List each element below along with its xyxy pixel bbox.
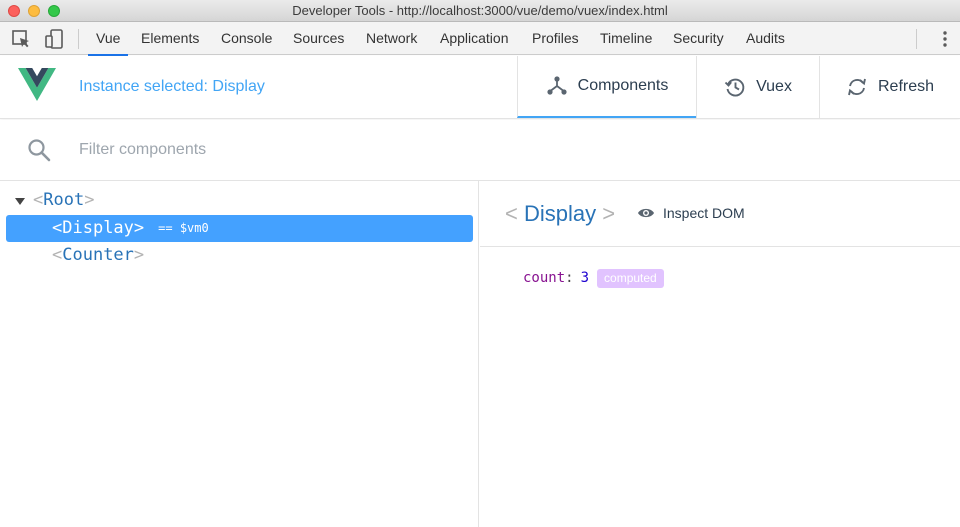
components-button-label: Components [577, 77, 669, 94]
tag-open-bracket: < [33, 190, 44, 210]
state-key: count [523, 270, 566, 286]
filter-components-input[interactable] [79, 138, 579, 162]
tree-node-root[interactable]: <Root> [6, 187, 473, 214]
vm-reference: == $vm0 [158, 221, 209, 235]
tree-node-name: Display [62, 218, 134, 238]
element-picker-icon[interactable] [10, 28, 32, 50]
expand-arrow-icon[interactable] [15, 198, 25, 205]
tab-security[interactable]: Security [673, 22, 724, 55]
kebab-menu-icon[interactable] [942, 30, 948, 48]
inspect-dom-label: Inspect DOM [663, 205, 745, 221]
refresh-icon [848, 78, 866, 96]
tree-node-display[interactable]: <Display> == $vm0 [6, 215, 473, 242]
inspector-header: < Display > Inspect DOM [480, 181, 960, 247]
devtools-tab-bar: Vue Elements Console Sources Network App… [0, 22, 960, 56]
vuex-button-label: Vuex [756, 78, 792, 95]
tree-node-name: Counter [62, 245, 134, 265]
eye-icon [638, 208, 654, 218]
selected-instance-label: Instance selected: Display [79, 78, 265, 95]
tab-profiles[interactable]: Profiles [532, 22, 579, 55]
window-title: Developer Tools - http://localhost:3000/… [292, 3, 668, 18]
tab-audits[interactable]: Audits [746, 22, 785, 55]
tab-sources[interactable]: Sources [293, 22, 344, 55]
inspect-dom-button[interactable]: Inspect DOM [637, 205, 745, 221]
tab-network[interactable]: Network [366, 22, 417, 55]
component-tree: <Root> <Display> == $vm0 <Counter> [0, 181, 479, 527]
search-icon [28, 139, 51, 162]
history-icon [724, 78, 745, 97]
tag-close-bracket: > [133, 245, 145, 265]
components-tree-icon [547, 76, 567, 95]
window-titlebar: Developer Tools - http://localhost:3000/… [0, 0, 960, 22]
state-property-row: count:3 computed [523, 267, 664, 289]
device-toolbar-icon[interactable] [43, 28, 65, 50]
tab-elements[interactable]: Elements [141, 22, 199, 55]
tag-close-bracket: > [84, 190, 95, 210]
vuex-button[interactable]: Vuex [696, 56, 819, 118]
state-value: 3 [580, 270, 590, 286]
computed-badge: computed [597, 268, 664, 288]
tree-node-name: Root [43, 190, 85, 210]
tab-console[interactable]: Console [221, 22, 272, 55]
refresh-button-label: Refresh [877, 78, 935, 95]
toolbar-divider [916, 29, 917, 49]
tab-application[interactable]: Application [440, 22, 509, 55]
inspected-component-title: < Display > [505, 201, 615, 227]
tree-node-counter[interactable]: <Counter> [6, 242, 473, 269]
tag-close-bracket: > [133, 218, 145, 238]
vue-logo [18, 68, 56, 101]
tag-close-bracket: > [602, 201, 616, 226]
tag-open-bracket: < [505, 201, 518, 226]
component-filter-bar [0, 120, 960, 181]
state-colon: : [565, 270, 574, 286]
vue-devtools-header: Instance selected: Display Components Vu… [0, 56, 960, 119]
refresh-button[interactable]: Refresh [819, 56, 960, 118]
components-button[interactable]: Components [517, 56, 696, 118]
tag-open-bracket: < [52, 245, 63, 265]
toolbar-divider [78, 29, 79, 49]
tag-open-bracket: < [52, 218, 63, 238]
inspected-component-name: Display [523, 201, 597, 226]
tab-vue[interactable]: Vue [87, 22, 129, 56]
tab-timeline[interactable]: Timeline [600, 22, 652, 55]
